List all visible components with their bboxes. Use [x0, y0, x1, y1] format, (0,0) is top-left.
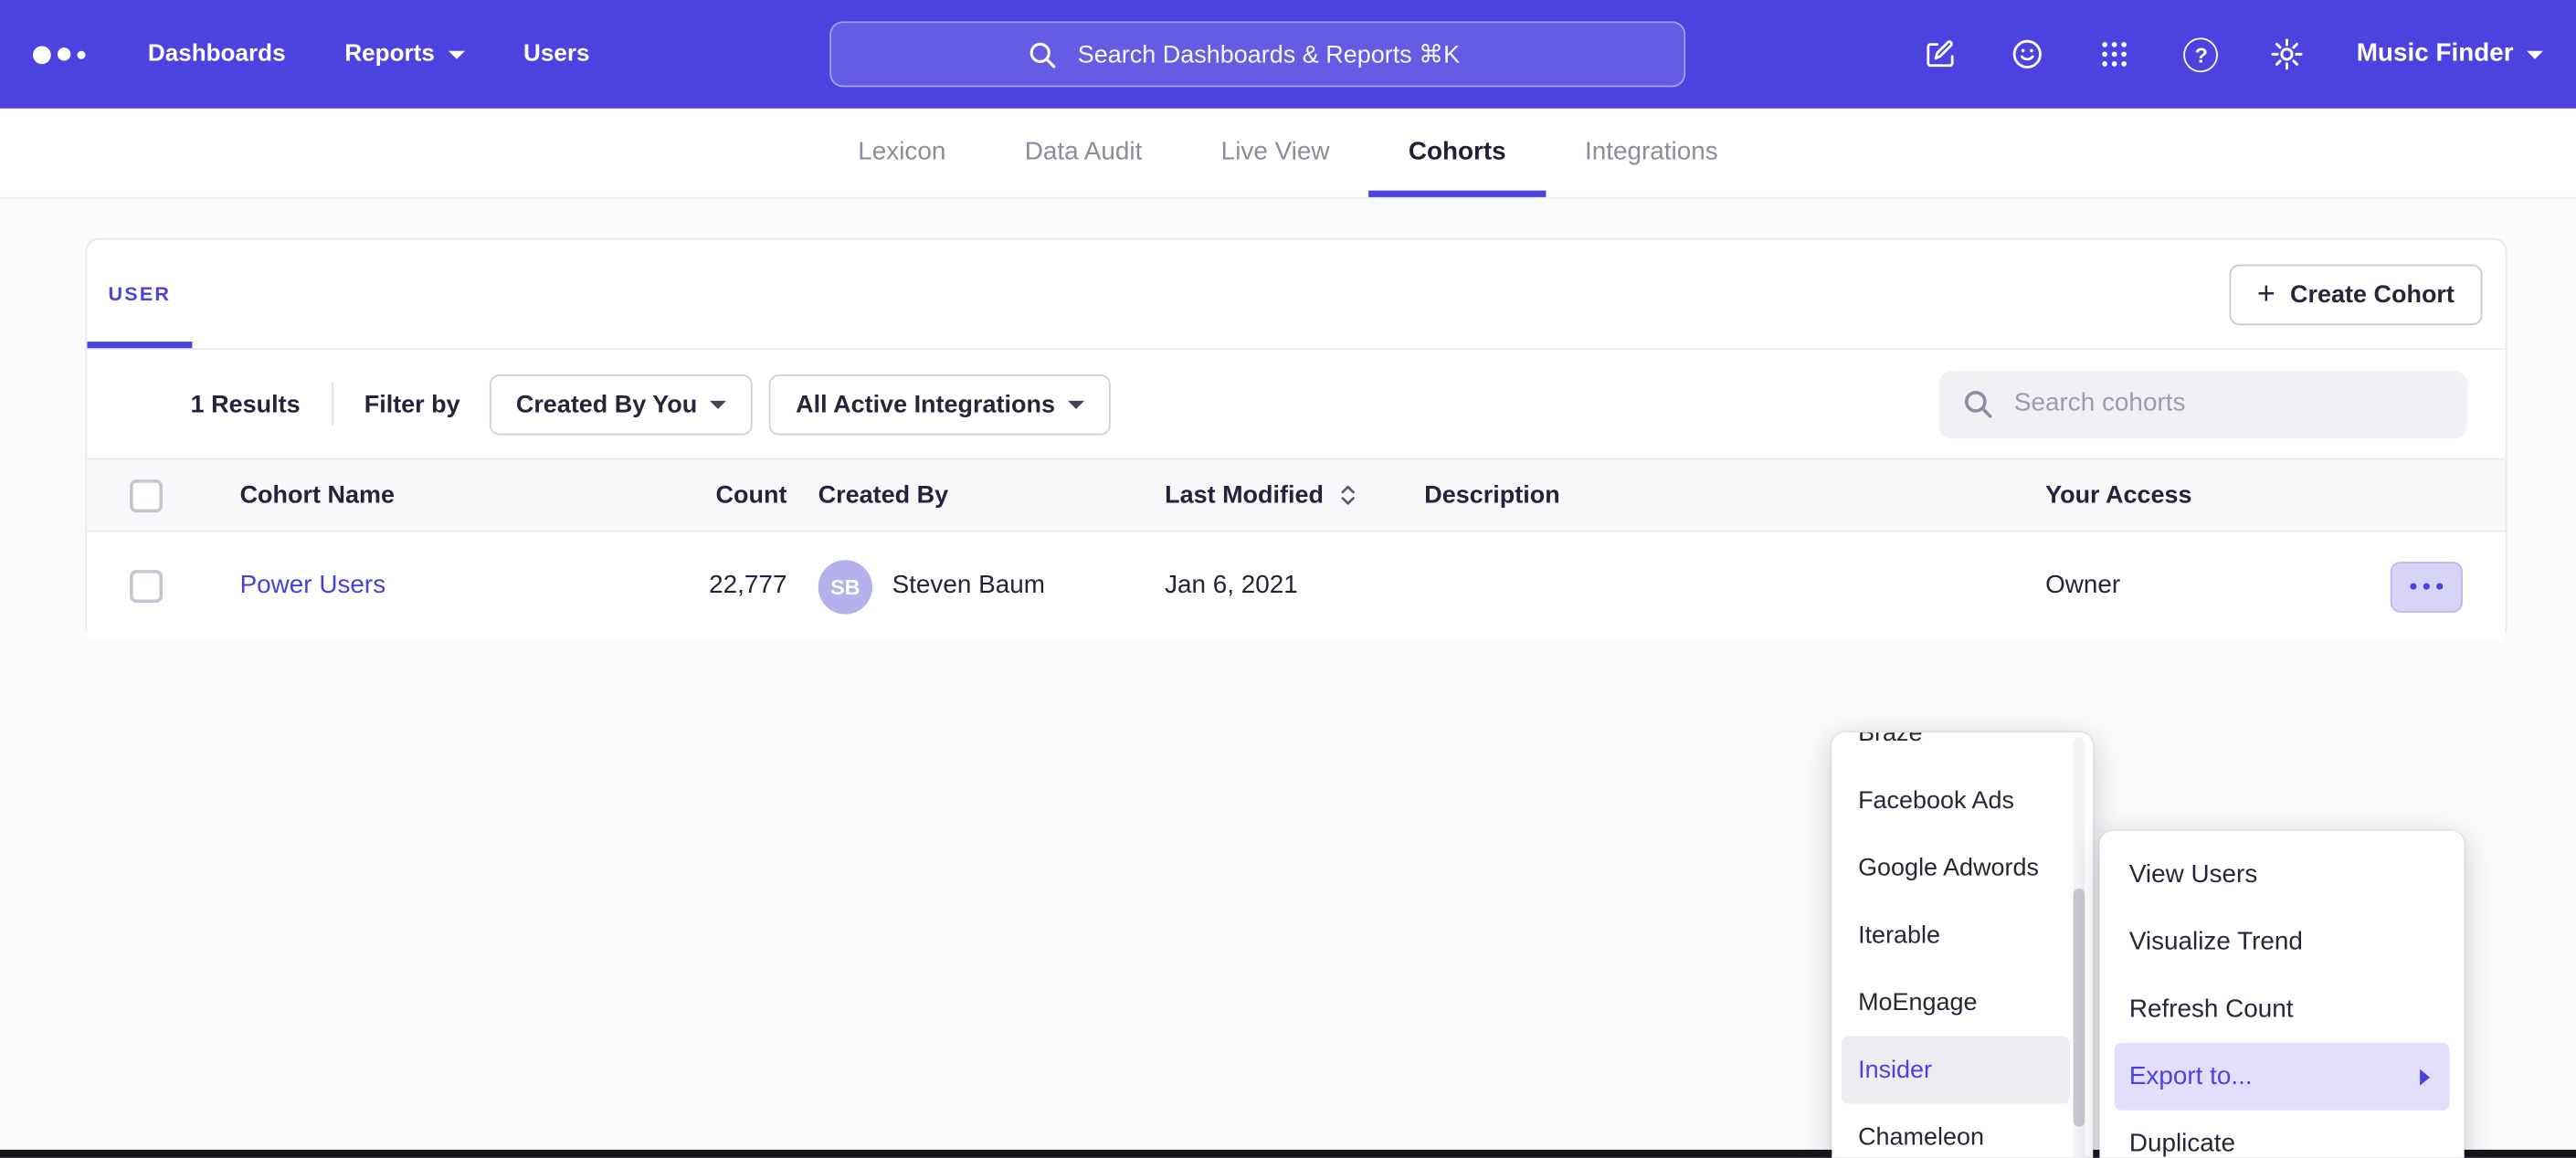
nav-reports[interactable]: Reports	[344, 41, 464, 68]
header-last-modified[interactable]: Last Modified	[1165, 481, 1424, 510]
export-to-label: Export to...	[2129, 1043, 2253, 1111]
header-created-by: Created By	[790, 481, 1165, 510]
table-header-row: Cohort Name Count Created By Last Modifi…	[87, 458, 2505, 532]
header-checkbox-cell	[87, 479, 239, 511]
menu-item-visualize-trend[interactable]: Visualize Trend	[2099, 909, 2464, 976]
row-checkbox-cell	[87, 570, 239, 603]
caret-down-icon	[2527, 50, 2543, 58]
your-access-value: Owner	[2045, 572, 2120, 601]
workspace-name: Music Finder	[2357, 39, 2514, 68]
header-count: Count	[642, 481, 790, 510]
avatar: SB	[818, 559, 872, 613]
help-icon[interactable]: ?	[2184, 37, 2219, 71]
cohort-search-input[interactable]	[2011, 387, 2444, 420]
menu-item-view-users[interactable]: View Users	[2099, 841, 2464, 909]
tab-data-audit[interactable]: Data Audit	[986, 109, 1182, 197]
caret-down-icon	[1068, 400, 1084, 408]
nav-reports-label: Reports	[344, 41, 435, 68]
nav-dashboards[interactable]: Dashboards	[148, 41, 286, 68]
menu-item-export-to[interactable]: Export to...	[2115, 1043, 2450, 1111]
apps-grid-icon[interactable]	[2097, 37, 2134, 73]
row-actions-button[interactable]	[2391, 561, 2463, 612]
section-tabs: Lexicon Data Audit Live View Cohorts Int…	[0, 109, 2576, 199]
filter-created-by-label: Created By You	[516, 390, 697, 418]
app-root: Dashboards Reports Users ?	[0, 0, 2576, 1158]
export-destinations-list: Braze Facebook Ads Google Adwords Iterab…	[1832, 732, 2093, 1158]
caret-down-icon	[711, 400, 727, 408]
menu-item-google-adwords[interactable]: Google Adwords	[1832, 835, 2093, 902]
mixpanel-logo[interactable]	[33, 45, 86, 63]
logo-dot-small	[78, 50, 86, 58]
menu-item-moengage[interactable]: MoEngage	[1832, 969, 2093, 1037]
menu-item-chameleon[interactable]: Chameleon	[1832, 1104, 2093, 1158]
cohort-name-link[interactable]: Power Users	[240, 572, 643, 601]
main-content: USER + Create Cohort 1 Results Filter by…	[0, 199, 2576, 1158]
feedback-smiley-icon[interactable]	[2010, 37, 2046, 73]
cohort-search[interactable]	[1938, 371, 2467, 438]
filter-by-label: Filter by	[364, 390, 460, 418]
tab-live-view[interactable]: Live View	[1182, 109, 1369, 197]
settings-gear-icon[interactable]	[2269, 37, 2306, 73]
logo-dot-medium	[58, 47, 70, 60]
row-context-menu-list: View Users Visualize Trend Refresh Count…	[2099, 841, 2464, 1158]
menu-item-iterable[interactable]: Iterable	[1832, 901, 2093, 969]
tab-lexicon[interactable]: Lexicon	[818, 109, 985, 197]
primary-nav: Dashboards Reports Users	[148, 41, 590, 68]
filter-created-by-dropdown[interactable]: Created By You	[490, 374, 753, 435]
global-search[interactable]	[829, 21, 1685, 87]
export-destinations-menu: Braze Facebook Ads Google Adwords Iterab…	[1832, 732, 2093, 1158]
menu-item-refresh-count[interactable]: Refresh Count	[2099, 975, 2464, 1043]
logo-dot-large	[33, 45, 51, 63]
menu-item-duplicate[interactable]: Duplicate	[2099, 1111, 2464, 1158]
results-count: 1 Results	[191, 390, 301, 418]
menu-item-facebook-ads[interactable]: Facebook Ads	[1832, 767, 2093, 835]
cohorts-card: USER + Create Cohort 1 Results Filter by…	[86, 238, 2507, 641]
search-icon	[1027, 38, 1058, 69]
nav-users[interactable]: Users	[523, 41, 590, 68]
header-your-access-label: Your Access	[2045, 481, 2191, 510]
filter-integrations-dropdown[interactable]: All Active Integrations	[769, 374, 1111, 435]
tab-user[interactable]: USER	[87, 240, 192, 349]
ellipsis-dot	[2436, 583, 2444, 590]
global-search-input[interactable]	[1074, 38, 1488, 69]
select-all-checkbox[interactable]	[130, 479, 163, 511]
row-checkbox[interactable]	[130, 570, 163, 603]
ellipsis-dot	[2410, 583, 2417, 590]
report-edit-icon[interactable]	[1923, 37, 1959, 73]
vertical-divider	[332, 383, 333, 426]
search-icon	[1961, 387, 1994, 420]
create-cohort-label: Create Cohort	[2290, 281, 2455, 310]
row-context-menu: View Users Visualize Trend Refresh Count…	[2099, 831, 2464, 1158]
header-description: Description	[1424, 481, 2045, 510]
workspace-menu[interactable]: Music Finder	[2357, 39, 2543, 68]
submenu-arrow-icon	[2420, 1069, 2430, 1085]
table-row: Power Users 22,777 SB Steven Baum Jan 6,…	[87, 532, 2505, 641]
header-cohort-name: Cohort Name	[240, 481, 643, 510]
tab-integrations[interactable]: Integrations	[1546, 109, 1758, 197]
header-your-access: Your Access	[2045, 481, 2506, 510]
created-by-name: Steven Baum	[892, 572, 1045, 601]
ellipsis-dot	[2423, 583, 2430, 590]
screenshot-viewport: Dashboards Reports Users ?	[0, 0, 2576, 1158]
last-modified-value: Jan 6, 2021	[1165, 572, 1424, 601]
menu-item-braze[interactable]: Braze	[1832, 732, 2093, 767]
filter-bar: 1 Results Filter by Created By You All A…	[87, 350, 2505, 458]
filter-integrations-label: All Active Integrations	[796, 390, 1055, 418]
plus-icon: +	[2257, 279, 2275, 311]
your-access-cell: Owner	[2045, 561, 2506, 612]
cohort-count: 22,777	[642, 572, 790, 601]
navbar-right-cluster: ? Music Finder	[1923, 37, 2543, 73]
tab-cohorts[interactable]: Cohorts	[1369, 109, 1546, 197]
create-cohort-button[interactable]: + Create Cohort	[2229, 265, 2482, 326]
export-menu-scrollbar[interactable]	[2074, 889, 2085, 1127]
sort-icon	[1336, 483, 1357, 508]
cohort-type-tabs: USER + Create Cohort	[87, 240, 2505, 350]
created-by-cell: SB Steven Baum	[790, 559, 1165, 613]
header-last-modified-label: Last Modified	[1165, 481, 1324, 510]
top-navbar: Dashboards Reports Users ?	[0, 0, 2576, 109]
caret-down-icon	[448, 50, 464, 58]
menu-item-insider[interactable]: Insider	[1842, 1037, 2070, 1104]
